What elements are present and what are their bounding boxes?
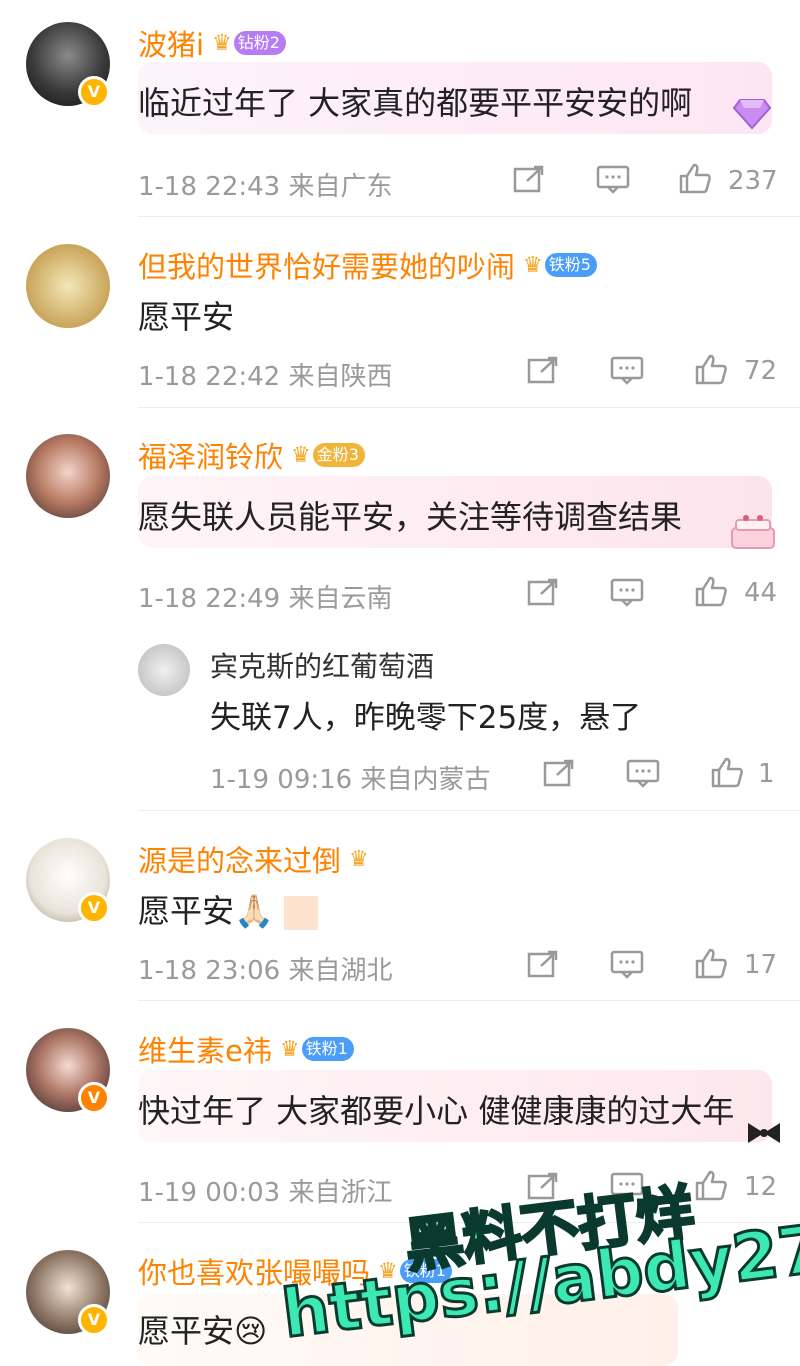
thumbs-up-icon[interactable] [710, 756, 744, 788]
username[interactable]: 波猪i ♛ 钻粉2 [138, 22, 286, 64]
comment-time: 1-18 22:43 [138, 172, 281, 202]
comment-time: 1-18 22:49 [138, 584, 281, 614]
like-count: 237 [728, 166, 778, 196]
thumbs-up-icon[interactable] [694, 1169, 728, 1201]
fan-badge: 金粉3 [312, 443, 365, 467]
crown-icon: ♛ [279, 1036, 300, 1062]
username[interactable]: 福泽润铃欣 ♛ 金粉3 [138, 434, 365, 476]
comment-meta: 1-18 23:06 来自湖北 [138, 950, 392, 987]
username[interactable]: 但我的世界恰好需要她的吵闹 ♛ 铁粉5 [138, 244, 597, 286]
comment-location: 来自湖北 [288, 956, 393, 986]
comment-icon[interactable] [610, 577, 644, 607]
username[interactable]: 源是的念来过倒 ♛ [138, 838, 369, 880]
bow-icon [744, 1120, 784, 1146]
comment-location: 来自浙江 [288, 1178, 393, 1208]
comment-text: 愿失联人员能平安，关注等待调查结果 [138, 498, 683, 536]
thumbs-up-icon[interactable] [694, 947, 728, 979]
share-icon[interactable] [526, 355, 560, 385]
share-icon[interactable] [526, 949, 560, 979]
comment-text: 临近过年了 大家真的都要平平安安的啊 [138, 84, 693, 122]
divider [138, 216, 800, 217]
thumbs-up-icon[interactable] [694, 353, 728, 385]
verified-badge-icon: V [78, 1082, 110, 1114]
cake-icon [726, 510, 780, 552]
comment-time: 1-19 00:03 [138, 1178, 281, 1208]
comment-icon[interactable] [596, 164, 630, 194]
avatar[interactable] [26, 244, 110, 328]
reply-avatar[interactable] [138, 644, 190, 696]
fan-badge: 钻粉2 [233, 31, 286, 55]
verified-badge-icon: V [78, 892, 110, 924]
thumbs-up-icon[interactable] [678, 162, 712, 194]
crown-icon: ♛ [523, 252, 543, 278]
username[interactable]: 维生素e祎 ♛ 铁粉1 [138, 1028, 354, 1070]
comment-meta: 1-18 22:42 来自陕西 [138, 356, 392, 393]
fan-badge: 铁粉1 [301, 1037, 354, 1061]
crown-icon: ♛ [349, 846, 369, 872]
comment-text: 愿平安 [138, 298, 235, 336]
comment-meta: 1-18 22:49 来自云南 [138, 578, 392, 615]
thumbs-up-icon[interactable] [694, 575, 728, 607]
divider [138, 1000, 800, 1001]
like-count: 72 [744, 356, 778, 386]
reply-meta: 1-19 09:16 来自内蒙古 [210, 759, 490, 796]
verified-badge-icon: V [78, 1304, 110, 1336]
comment-meta: 1-18 22:43 来自广东 [138, 166, 392, 203]
like-count: 1 [758, 759, 775, 789]
comment-text: 愿平安🙏🏻 [138, 886, 319, 932]
share-icon[interactable] [512, 164, 546, 194]
comment-location: 来自云南 [288, 584, 393, 614]
emoji-placeholder [284, 896, 319, 930]
avatar[interactable] [26, 434, 110, 518]
like-count: 17 [744, 950, 778, 980]
like-count: 44 [744, 578, 778, 608]
comment-icon[interactable] [610, 949, 644, 979]
reply-username[interactable]: 宾克斯的红葡萄酒 [210, 645, 434, 685]
comment-icon[interactable] [610, 355, 644, 385]
diamond-icon [732, 96, 772, 130]
comment-text: 愿平安😢 [138, 1312, 268, 1350]
comment-text: 快过年了 大家都要小心 健健康康的过大年 [138, 1092, 735, 1130]
crown-icon: ♛ [212, 30, 232, 56]
divider [138, 810, 800, 811]
comment-time: 1-18 22:42 [138, 362, 281, 392]
verified-badge-icon: V [78, 76, 110, 108]
comment-meta: 1-19 00:03 来自浙江 [138, 1172, 392, 1209]
comment-location: 来自陕西 [288, 362, 393, 392]
reply-location: 来自内蒙古 [360, 765, 491, 795]
comment-time: 1-18 23:06 [138, 956, 281, 986]
reply-time: 1-19 09:16 [210, 765, 353, 795]
fan-badge: 铁粉5 [544, 253, 597, 277]
divider [138, 407, 800, 408]
reply-text: 失联7人，昨晚零下25度，悬了 [210, 700, 642, 736]
like-count: 12 [744, 1172, 778, 1202]
share-icon[interactable] [526, 577, 560, 607]
comment-location: 来自广东 [288, 172, 393, 202]
comment-icon[interactable] [626, 758, 660, 788]
crown-icon: ♛ [291, 442, 311, 468]
share-icon[interactable] [542, 758, 576, 788]
